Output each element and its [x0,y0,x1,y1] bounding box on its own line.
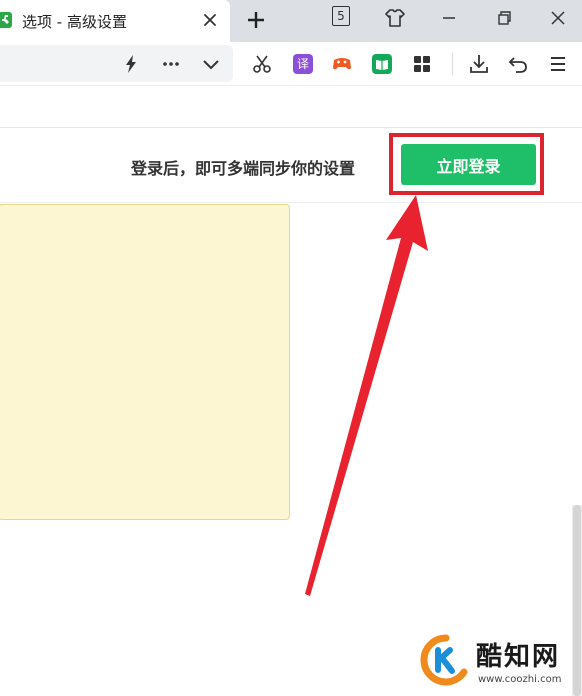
translate-icon[interactable]: 译 [293,54,313,74]
notice-panel [0,204,290,520]
more-icon[interactable] [159,52,183,76]
minimize-icon[interactable] [436,5,462,31]
sync-prompt-text: 登录后，即可多端同步你的设置 [131,159,356,178]
annotation-highlight-box [389,133,544,195]
lightning-icon[interactable] [119,52,143,76]
tab-count-icon[interactable]: 5 [332,6,350,26]
apps-icon[interactable] [410,52,434,76]
close-icon[interactable] [199,9,221,31]
close-window-icon[interactable] [545,5,571,31]
section-divider [0,202,582,203]
chevron-down-icon[interactable] [199,52,223,76]
skin-icon[interactable] [382,5,408,31]
scissors-icon[interactable] [250,52,274,76]
toolbar-separator [452,53,453,75]
tab-strip: 选项 - 高级设置 5 [0,0,582,42]
book-icon[interactable] [372,54,392,74]
header-divider [0,127,582,128]
undo-icon[interactable] [506,52,530,76]
game-icon[interactable] [330,52,354,76]
plus-icon[interactable] [243,7,269,33]
menu-icon[interactable] [546,52,570,76]
download-icon[interactable] [467,52,491,76]
watermark-url: www.coozhi.com [478,674,562,685]
toolbar: 译 [0,42,582,86]
address-bar[interactable] [0,45,233,82]
browser-window: 选项 - 高级设置 5 译 登录后，即可多端同步你的设置 立即登录 酷知网 ww… [0,0,582,696]
tab-title: 选项 - 高级设置 [22,13,127,31]
restore-icon[interactable] [491,5,517,31]
tab-settings[interactable]: 选项 - 高级设置 [0,0,230,42]
wrench-icon [0,12,12,28]
watermark-name: 酷知网 [476,642,561,672]
watermark: 酷知网 www.coozhi.com [420,632,580,694]
coozhi-logo-icon [420,634,472,686]
